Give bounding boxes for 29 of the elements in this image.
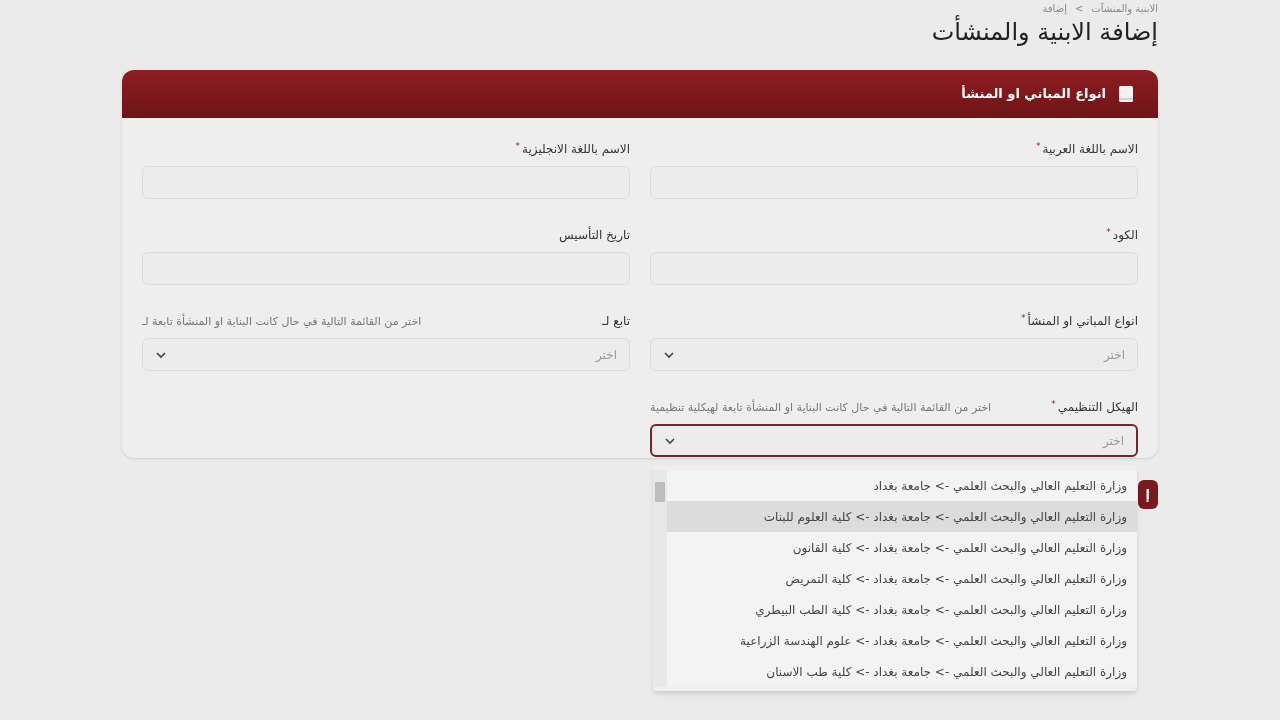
chevron-down-icon (664, 436, 676, 445)
dropdown-option[interactable]: وزارة التعليم العالي والبحث العلمي -> جامعة بغداد -> كلية العلوم للبنات (667, 501, 1137, 532)
dropdown-option[interactable]: وزارة التعليم العالي والبحث العلمي -> جامعة بغداد -> كلية التمريض (667, 563, 1137, 594)
dropdown-option[interactable]: وزارة التعليم العالي والبحث العلمي -> جامعة بغداد -> علوم الهندسة الزراعية (667, 625, 1137, 656)
chevron-down-icon (663, 350, 675, 359)
field-label: انواع المباني او المنشأ $^{*}$ (1021, 312, 1138, 330)
field-label: تاريخ التأسيس (559, 226, 630, 244)
dropdown-option[interactable]: وزارة التعليم العالي والبحث العلمي -> جامعة بغداد -> كلية طب الاسنان (667, 656, 1137, 687)
scrollbar[interactable] (653, 470, 667, 687)
page-title: إضافة الابنية والمنشأت (122, 14, 1158, 54)
breadcrumb-separator: > (1074, 1, 1084, 16)
dropdown-option[interactable]: وزارة التعليم العالي والبحث العلمي -> جامعة بغداد (667, 470, 1137, 501)
submit-button[interactable]: إ (1137, 480, 1158, 509)
select-placeholder: اختر (596, 346, 617, 364)
field-label: الاسم باللغة الانجليزية $^{*}$ (515, 140, 630, 158)
dropdown-option[interactable]: وزارة التعليم العالي والبحث العلمي -> جامعة بغداد -> كلية الطب البيطري (667, 594, 1137, 625)
field-hint: اختر من القائمة التالية في حال كانت البناية او المنشأة تابعة لـ (142, 313, 422, 330)
field-label: الكود $^{*}$ (1106, 226, 1138, 244)
field-label: الهيكل التنظيمي $^{*}$ (1051, 398, 1138, 416)
field-label: تابع لـ (602, 313, 630, 330)
dropdown-option[interactable]: وزارة التعليم العالي والبحث العلمي -> جامعة بغداد -> كلية القانون (667, 532, 1137, 563)
breadcrumb-current: إضافة (1042, 1, 1067, 16)
field-hint: اختر من القائمة التالية في حال كانت البناية او المنشأة تابعة لهيكلية تنظيمية (650, 399, 992, 416)
select-placeholder: اختر (1103, 432, 1124, 450)
field-label: الاسم باللغة العربية $^{*}$ (1036, 140, 1138, 158)
chevron-down-icon (155, 350, 167, 359)
select-placeholder: اختر (1104, 346, 1125, 364)
book-icon (1118, 85, 1134, 103)
card-title: انواع المباني او المنشأ (961, 84, 1106, 104)
